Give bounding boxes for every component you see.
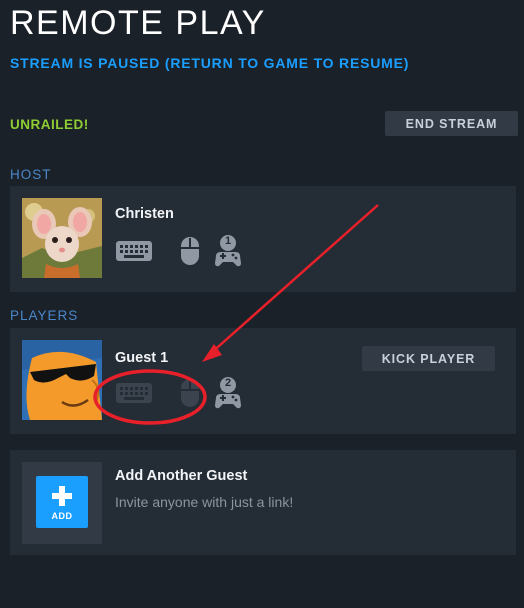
guest-avatar <box>22 340 102 420</box>
add-guest-title: Add Another Guest <box>115 468 248 484</box>
host-name: Christen <box>115 206 174 222</box>
plus-icon <box>52 486 72 506</box>
host-section-label: HOST <box>10 167 52 182</box>
stream-status-text: STREAM IS PAUSED (RETURN TO GAME TO RESU… <box>10 55 410 71</box>
host-controller-number: 1 <box>224 235 232 247</box>
guest-card: Guest 1 2 <box>10 328 516 434</box>
players-section-label: PLAYERS <box>10 308 79 323</box>
mouse-icon[interactable] <box>179 378 201 408</box>
guest-controller-number: 2 <box>224 377 232 389</box>
host-avatar <box>22 198 102 278</box>
add-guest-card: ADD Add Another Guest Invite anyone with… <box>10 450 516 555</box>
add-guest-subtitle: Invite anyone with just a link! <box>115 494 294 510</box>
guest-name: Guest 1 <box>115 350 169 366</box>
kick-player-button[interactable]: KICK PLAYER <box>362 346 495 371</box>
keyboard-icon <box>116 241 152 261</box>
game-name: UNRAILED! <box>10 117 89 132</box>
mouse-icon <box>181 237 199 265</box>
add-button-label: ADD <box>51 511 73 521</box>
keyboard-icon[interactable] <box>115 382 153 404</box>
host-card: Christen 1 <box>10 186 516 292</box>
add-guest-button[interactable]: ADD <box>36 476 88 528</box>
page-title: REMOTE PLAY <box>10 4 266 42</box>
add-guest-tile: ADD <box>22 462 102 544</box>
end-stream-button[interactable]: END STREAM <box>385 111 518 136</box>
